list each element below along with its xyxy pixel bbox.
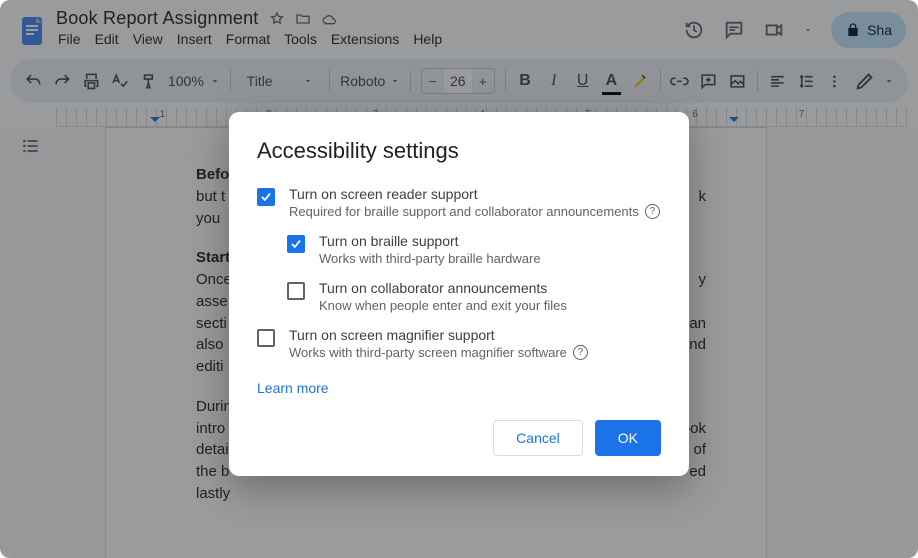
option-collab-announce: Turn on collaborator announcements Know … (257, 280, 661, 313)
ok-button[interactable]: OK (595, 420, 661, 456)
option-sub: Works with third-party screen magnifier … (289, 345, 588, 360)
option-label: Turn on collaborator announcements (319, 280, 567, 296)
checkbox-braille[interactable] (287, 235, 305, 253)
option-sub-text: Works with third-party screen magnifier … (289, 345, 567, 360)
help-icon[interactable]: ? (645, 204, 660, 219)
option-screen-reader: Turn on screen reader support Required f… (257, 186, 661, 219)
help-icon[interactable]: ? (573, 345, 588, 360)
option-label: Turn on screen reader support (289, 186, 660, 202)
learn-more-link[interactable]: Learn more (257, 380, 329, 396)
option-sub: Works with third-party braille hardware (319, 251, 541, 266)
cancel-button[interactable]: Cancel (493, 420, 583, 456)
option-label: Turn on screen magnifier support (289, 327, 588, 343)
option-sub-text: Required for braille support and collabo… (289, 204, 639, 219)
checkbox-magnifier[interactable] (257, 329, 275, 347)
dialog-actions: Cancel OK (257, 420, 661, 456)
option-braille: Turn on braille support Works with third… (257, 233, 661, 266)
option-sub: Required for braille support and collabo… (289, 204, 660, 219)
option-sub: Know when people enter and exit your fil… (319, 298, 567, 313)
modal-overlay[interactable]: Accessibility settings Turn on screen re… (0, 0, 918, 558)
checkbox-screen-reader[interactable] (257, 188, 275, 206)
app-window: Book Report Assignment File Edit View In… (0, 0, 918, 558)
accessibility-dialog: Accessibility settings Turn on screen re… (229, 112, 689, 476)
option-label: Turn on braille support (319, 233, 541, 249)
option-magnifier: Turn on screen magnifier support Works w… (257, 327, 661, 360)
checkbox-collab-announce[interactable] (287, 282, 305, 300)
dialog-title: Accessibility settings (257, 138, 661, 164)
